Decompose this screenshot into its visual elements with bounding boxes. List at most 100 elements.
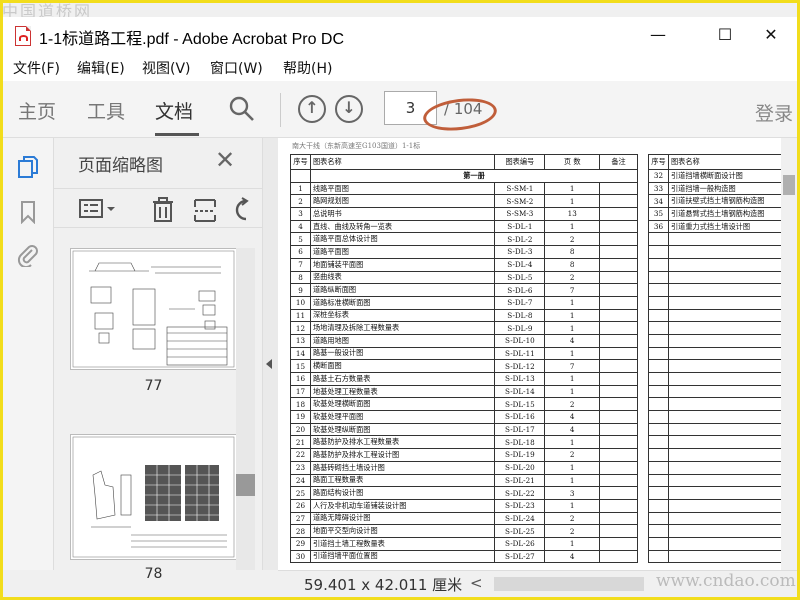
table-row: 35 引道悬臂式挡土墙钢筋构造图 bbox=[648, 207, 789, 221]
table-cell bbox=[667, 270, 789, 285]
extract-pages-icon[interactable] bbox=[192, 197, 218, 223]
tab-home[interactable]: 主页 bbox=[18, 97, 56, 124]
pdf-file-icon bbox=[15, 26, 31, 46]
table-cell bbox=[667, 498, 789, 513]
page-thumbnails-icon[interactable] bbox=[16, 155, 40, 179]
table-row bbox=[648, 524, 789, 538]
title-bar: 1-1标道路工程.pdf - Adobe Acrobat Pro DC — ☐ … bbox=[3, 17, 797, 53]
table-cell: 28 bbox=[290, 524, 311, 538]
drawing-index-table-continued: 序号 图表名称 32 引道挡墙横断面设计图 33 引道挡墙一般构造图 34 引道扶壁式挡土… bbox=[648, 154, 789, 564]
arrow-up-icon[interactable]: ↑ bbox=[298, 95, 326, 123]
menu-view[interactable]: 视图(V) bbox=[142, 58, 191, 78]
table-cell: 直线、曲线及转角一览表 bbox=[309, 219, 496, 234]
table-cell: S-DL-27 bbox=[494, 549, 546, 564]
document-scrollbar-thumb[interactable] bbox=[783, 175, 795, 195]
table-cell bbox=[599, 422, 638, 437]
table-cell: 11 bbox=[290, 308, 311, 323]
table-cell bbox=[599, 498, 638, 513]
table-row: 17 地基处理工程数量表 S-DL-14 1 bbox=[290, 384, 638, 399]
table-cell: 引道扶壁式挡土墙钢筋构造图 bbox=[667, 194, 789, 209]
toolbar-separator bbox=[280, 93, 281, 127]
table-cell bbox=[667, 321, 789, 335]
thumbnail-scrollbar-thumb[interactable] bbox=[236, 474, 255, 496]
table-cell bbox=[648, 333, 669, 348]
table-cell bbox=[667, 524, 789, 538]
table-cell bbox=[599, 194, 638, 209]
table-cell: 7 bbox=[544, 283, 601, 297]
page-thumbnail[interactable] bbox=[70, 248, 237, 370]
table-cell: 竖曲线表 bbox=[309, 270, 496, 285]
table-cell: S-DL-4 bbox=[494, 257, 546, 272]
table-cell: 21 bbox=[290, 435, 311, 450]
page-dimensions: 59.401 x 42.011 厘米 bbox=[304, 576, 463, 594]
table-row bbox=[648, 295, 789, 310]
menu-window[interactable]: 窗口(W) bbox=[210, 58, 263, 78]
menu-edit[interactable]: 编辑(E) bbox=[77, 58, 125, 78]
menu-file[interactable]: 文件(F) bbox=[13, 58, 60, 78]
table-cell: 30 bbox=[290, 549, 311, 564]
scroll-left-button[interactable]: < bbox=[470, 574, 483, 592]
table-cell: S-DL-12 bbox=[494, 359, 546, 373]
attachment-icon[interactable] bbox=[16, 243, 40, 267]
menu-help[interactable]: 帮助(H) bbox=[283, 58, 332, 78]
table-cell: S-DL-3 bbox=[494, 245, 546, 259]
table-cell bbox=[667, 257, 789, 272]
tab-document[interactable]: 文档 bbox=[155, 97, 193, 124]
maximize-button[interactable]: ☐ bbox=[702, 17, 748, 53]
table-row: 3 总说明书 S-SM-3 13 bbox=[290, 207, 638, 221]
table-row bbox=[648, 333, 789, 348]
table-row: 24 路面工程数量表 S-DL-21 1 bbox=[290, 473, 638, 488]
delete-icon[interactable] bbox=[150, 197, 176, 223]
thumbnail-scrollbar[interactable] bbox=[236, 248, 255, 570]
table-cell bbox=[648, 346, 669, 361]
table-cell: S-DL-10 bbox=[494, 333, 546, 348]
panel-title: 页面缩略图 bbox=[78, 156, 163, 176]
document-view[interactable]: 南大干线（东新高速至G103国道）1-1标 序号 图表名称 图表编号 页 数 备… bbox=[278, 138, 797, 570]
table-cell: 路基防护及排水工程设计图 bbox=[309, 448, 496, 462]
table-cell: 1 bbox=[544, 536, 601, 551]
table-cell: 人行及非机动车道铺装设计图 bbox=[309, 498, 496, 513]
table-row bbox=[648, 473, 789, 488]
table-cell: 线路平面图 bbox=[309, 181, 496, 196]
minimize-button[interactable]: — bbox=[635, 17, 681, 53]
table-row bbox=[648, 448, 789, 462]
horizontal-scrollbar[interactable] bbox=[494, 577, 644, 591]
table-cell: 软基处理平面图 bbox=[309, 410, 496, 424]
table-cell: 道路用地图 bbox=[309, 333, 496, 348]
table-cell: 15 bbox=[290, 359, 311, 373]
table-row bbox=[648, 283, 789, 297]
table-cell bbox=[599, 410, 638, 424]
search-icon[interactable] bbox=[228, 95, 256, 123]
table-cell bbox=[667, 333, 789, 348]
close-button[interactable]: ✕ bbox=[748, 17, 794, 53]
table-cell bbox=[667, 397, 789, 412]
arrow-down-icon[interactable]: ↓ bbox=[335, 95, 363, 123]
rotate-icon[interactable] bbox=[232, 197, 256, 223]
table-cell bbox=[599, 397, 638, 412]
collapse-arrow-icon[interactable] bbox=[266, 359, 272, 369]
col-header: 序号 bbox=[648, 154, 669, 170]
table-cell: 4 bbox=[544, 549, 601, 564]
panel-collapse-handle[interactable] bbox=[262, 138, 278, 570]
close-icon[interactable]: ✕ bbox=[215, 146, 235, 174]
table-row bbox=[648, 270, 789, 285]
table-cell bbox=[599, 207, 638, 221]
table-cell: 29 bbox=[290, 536, 311, 551]
page-thumbnail[interactable] bbox=[70, 434, 237, 560]
table-cell: 场地清理及拆除工程数量表 bbox=[309, 321, 496, 335]
thumbnail-options-icon[interactable] bbox=[79, 198, 117, 220]
table-row bbox=[648, 511, 789, 526]
bookmark-icon[interactable] bbox=[16, 200, 40, 224]
table-row: 34 引道扶壁式挡土墙钢筋构造图 bbox=[648, 194, 789, 209]
login-link[interactable]: 登录 bbox=[755, 99, 793, 126]
table-cell bbox=[599, 359, 638, 373]
table-row: 16 路基土石方数量表 S-DL-13 1 bbox=[290, 372, 638, 386]
table-row: 29 引道挡土墙工程数量表 S-DL-26 1 bbox=[290, 536, 638, 551]
document-vertical-scrollbar[interactable] bbox=[781, 138, 797, 570]
table-cell bbox=[648, 321, 669, 335]
table-cell: S-DL-5 bbox=[494, 270, 546, 285]
section-title: 第一册 bbox=[309, 169, 639, 183]
table-cell: 27 bbox=[290, 511, 311, 526]
table-cell bbox=[599, 460, 638, 475]
tab-tools[interactable]: 工具 bbox=[87, 97, 125, 124]
